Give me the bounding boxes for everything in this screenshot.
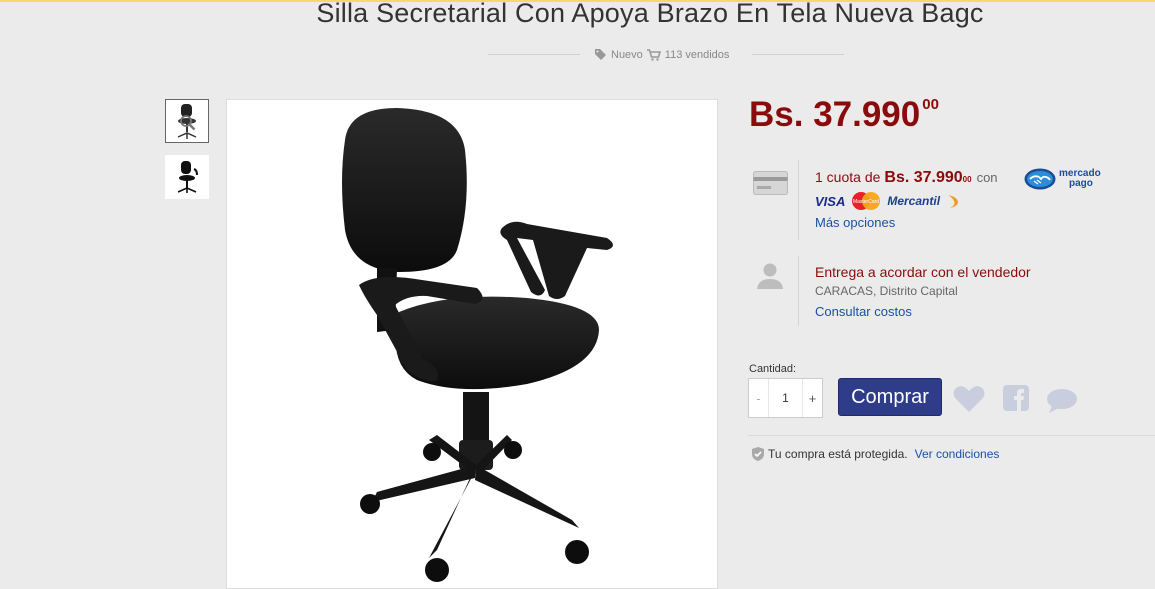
installment-cents: 00: [962, 175, 972, 184]
more-payment-options-link[interactable]: Más opciones: [815, 215, 895, 230]
quantity-label: Cantidad:: [749, 363, 797, 375]
price-amount: Bs. 37.990: [749, 95, 921, 134]
installment-prefix: 1 cuota de: [815, 169, 881, 185]
cart-icon: [646, 48, 661, 61]
payment-divider: [798, 160, 799, 240]
quantity-decrease-button[interactable]: -: [749, 379, 768, 417]
protection-text: Tu compra está protegida.: [768, 447, 908, 461]
gallery-thumbnail-2[interactable]: [165, 155, 209, 199]
handshake-icon: [1024, 168, 1056, 190]
facebook-icon[interactable]: [1003, 385, 1029, 411]
purchase-separator: [748, 435, 1155, 436]
quantity-increase-button[interactable]: +: [803, 379, 822, 417]
credit-card-icon: [753, 171, 788, 195]
meta-divider-right: [752, 54, 844, 55]
gallery-thumbnail-1[interactable]: [165, 99, 209, 143]
mastercard-logo: MasterCard: [852, 192, 881, 210]
shipping-costs-link[interactable]: Consultar costos: [815, 304, 912, 319]
tag-icon: [595, 49, 606, 60]
product-title: Silla Secretarial Con Apoya Brazo En Tel…: [316, 0, 984, 28]
mercadopago-line2: pago: [1069, 178, 1093, 189]
chair-thumb-icon: [177, 104, 197, 139]
main-product-image[interactable]: [226, 99, 718, 589]
installment-amount: Bs. 37.990: [884, 169, 963, 186]
installment-con: con: [976, 170, 998, 185]
office-chair-image: [342, 108, 613, 582]
mercantil-logo: Mercantil: [887, 194, 941, 208]
visa-logo: VISA: [815, 193, 846, 209]
quantity-input[interactable]: 1: [768, 379, 803, 417]
shield-check-icon: [752, 447, 764, 461]
meta-divider-left: [488, 54, 580, 55]
mercadopago-text: mercado pago: [1059, 169, 1101, 189]
sold-count: 113 vendidos: [664, 48, 730, 61]
installment-text: 1 cuota de Bs. 37.990 00 con: [815, 169, 998, 187]
condition-label: Nuevo: [611, 48, 643, 61]
price: Bs. 37.990 00: [749, 95, 939, 135]
product-meta: Nuevo 113 vendidos: [488, 46, 844, 64]
user-icon: [757, 263, 783, 289]
heart-icon[interactable]: [953, 385, 985, 413]
delivery-text: Entrega a acordar con el vendedor: [815, 264, 1031, 280]
chair-thumb-icon: [177, 161, 198, 193]
seller-location: CARACAS, Distrito Capital: [815, 284, 958, 298]
card-logos: VISA MasterCard Mercantil: [815, 191, 960, 211]
svg-text:MasterCard: MasterCard: [853, 199, 879, 205]
purchase-protection: Tu compra está protegida. Ver condicione…: [751, 446, 999, 462]
buy-button[interactable]: Comprar: [838, 378, 942, 416]
mercadopago-logo: mercado pago: [1024, 168, 1101, 190]
shipping-divider: [798, 256, 799, 326]
comment-icon[interactable]: [1046, 388, 1078, 414]
meta-text: Nuevo 113 vendidos: [594, 48, 729, 61]
view-conditions-link[interactable]: Ver condiciones: [915, 447, 1000, 461]
quantity-stepper[interactable]: - 1 +: [748, 378, 823, 418]
mercantil-swoosh-icon: [948, 195, 959, 208]
price-cents: 00: [922, 96, 939, 114]
